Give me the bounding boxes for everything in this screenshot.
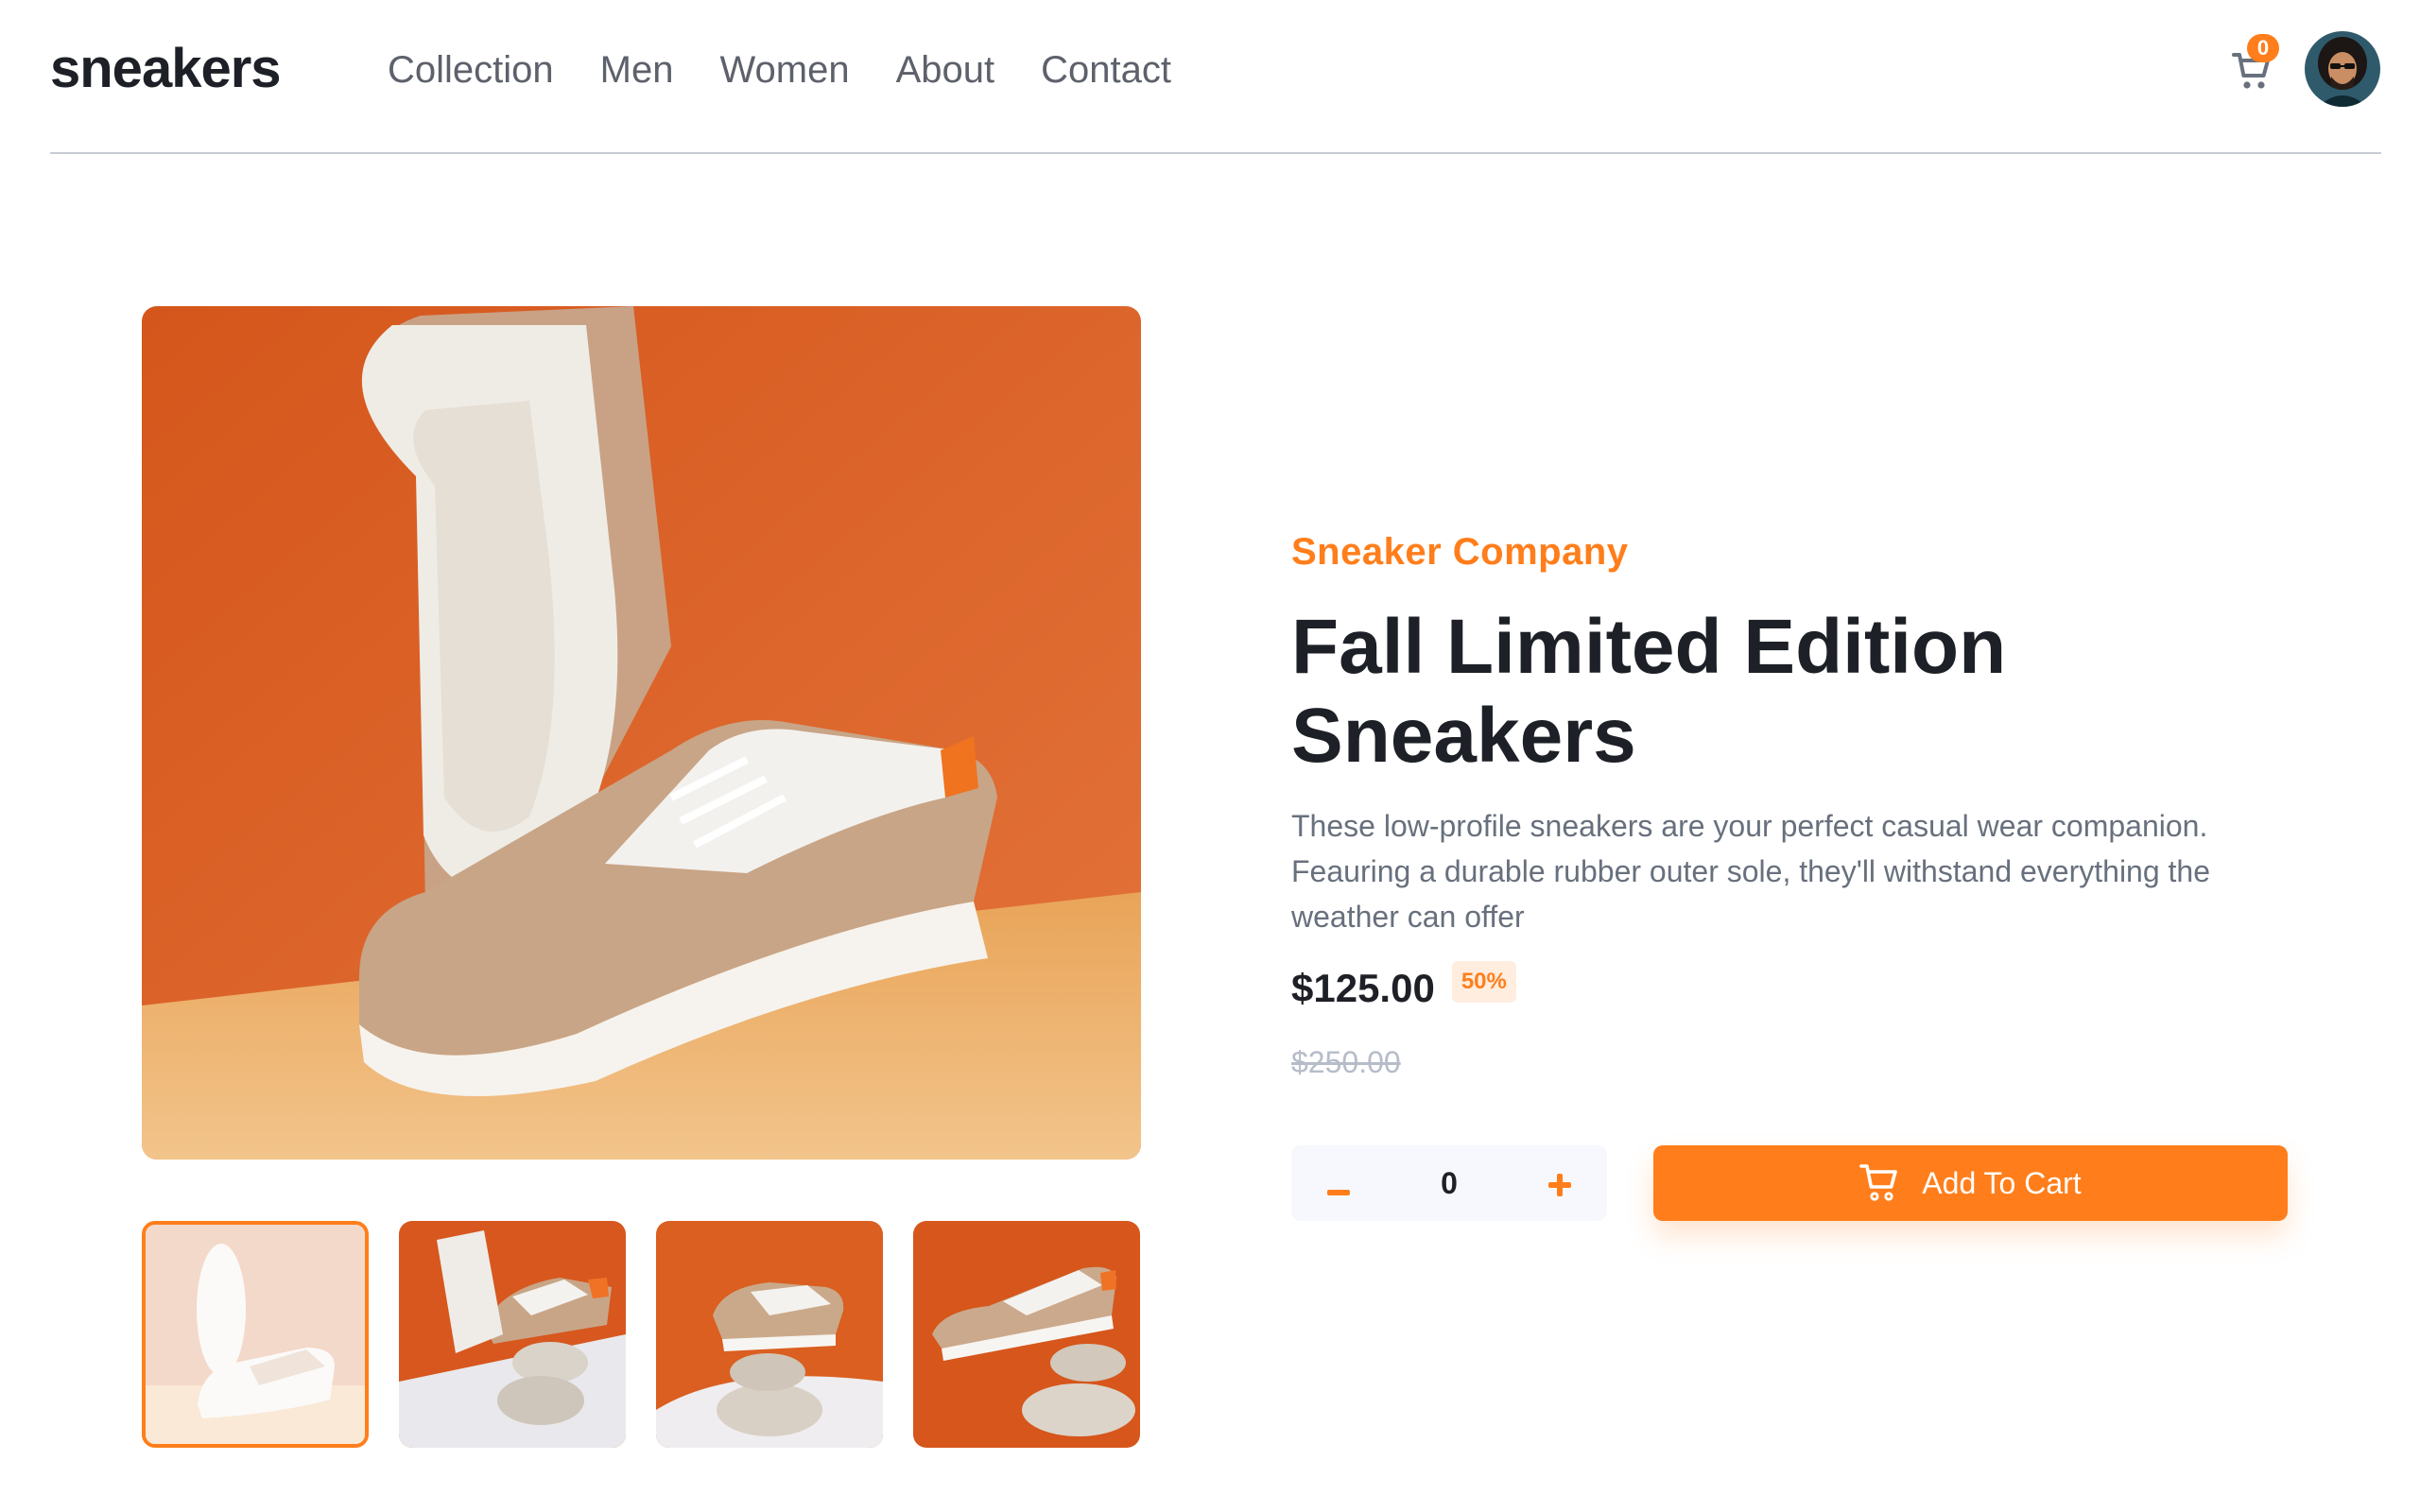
thumbnail-1[interactable] (142, 1221, 369, 1448)
current-price: $125.00 (1291, 966, 1435, 1010)
thumbnail-4[interactable] (913, 1221, 1140, 1448)
add-to-cart-button[interactable]: Add To Cart (1653, 1145, 2288, 1221)
company-name: Sneaker Company (1291, 531, 1629, 573)
product-page: sneakers Collection Men Women About Cont… (0, 0, 2420, 1512)
add-to-cart-label: Add To Cart (1922, 1165, 2082, 1200)
main-nav: Collection Men Women About Contact (388, 49, 1218, 91)
quantity-increase-button[interactable] (1547, 1162, 1571, 1204)
thumbnail-2[interactable] (399, 1221, 626, 1448)
product-title: Fall Limited Edition Sneakers (1291, 604, 2007, 779)
cart-button[interactable]: 0 (2228, 34, 2279, 91)
main-product-image[interactable] (142, 306, 1141, 1160)
site-header: sneakers Collection Men Women About Cont… (50, 0, 2381, 154)
original-price: $250.00 (1291, 1045, 1401, 1079)
discount-badge: 50% (1451, 961, 1516, 1003)
nav-contact[interactable]: Contact (1041, 49, 1171, 91)
quantity-decrease-button[interactable] (1327, 1162, 1350, 1204)
nav-collection[interactable]: Collection (388, 49, 554, 91)
quantity-stepper: 0 (1291, 1145, 1607, 1221)
nav-men[interactable]: Men (600, 49, 674, 91)
thumbnail-strip (142, 1221, 1170, 1448)
thumbnail-3[interactable] (656, 1221, 883, 1448)
product-description: These low-profile sneakers are your perf… (1291, 809, 2211, 934)
cart-count-badge: 0 (2247, 34, 2279, 62)
price-row: $125.00 50% (1291, 961, 1516, 1011)
cart-icon (1859, 1164, 1898, 1201)
user-avatar[interactable] (2305, 31, 2380, 107)
brand-logo[interactable]: sneakers (50, 42, 282, 96)
minus-icon (1327, 1190, 1350, 1195)
nav-women[interactable]: Women (719, 49, 849, 91)
nav-about[interactable]: About (896, 49, 995, 91)
quantity-value: 0 (1441, 1165, 1458, 1200)
plus-icon (1547, 1174, 1571, 1196)
